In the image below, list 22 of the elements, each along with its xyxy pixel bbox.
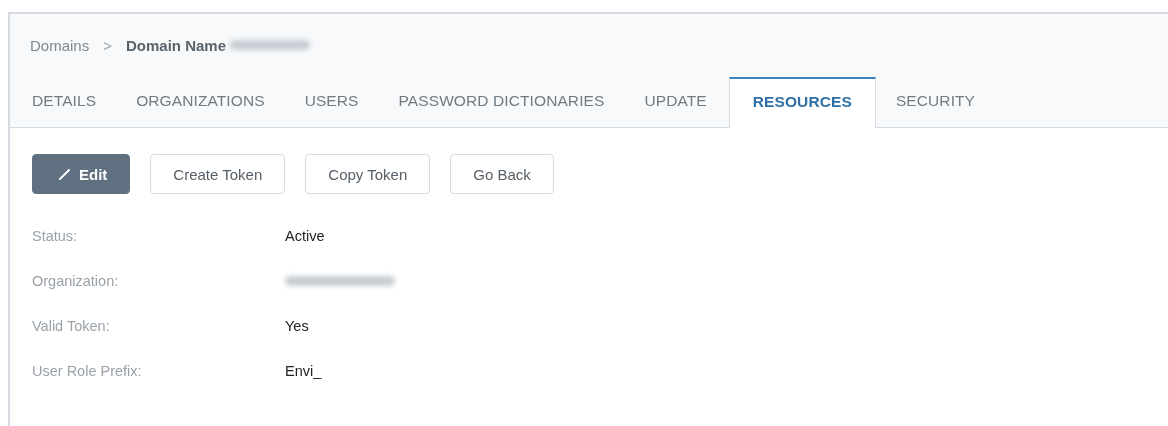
breadcrumb-link[interactable]: Domains [30,36,90,54]
action-button[interactable]: Create Token [150,154,286,194]
field-label: Organization: [32,273,120,289]
field-label: User Role Prefix: [32,363,143,379]
tab[interactable]: RESOURCES [728,77,876,128]
tab[interactable]: ORGANIZATIONS [136,77,265,127]
field-value: Active [285,228,326,244]
action-button[interactable]: Go Back [450,154,554,194]
edit-button[interactable]: Edit [32,154,131,194]
pencil-icon [59,168,71,180]
tab[interactable]: PASSWORD DICTIONARIES [398,77,605,127]
field-label: Status: [32,228,79,244]
breadcrumb-current: Domain Name [125,36,226,54]
tab[interactable]: USERS [304,77,359,127]
tab[interactable]: SECURITY [895,77,976,127]
tab[interactable]: DETAILS [32,77,97,127]
field-label: Valid Token: [32,318,111,334]
tab[interactable]: UPDATE [644,77,707,127]
field-value: Envi_ [285,363,323,379]
action-button[interactable]: Copy Token [305,154,431,194]
breadcrumb-separator: > [102,36,113,54]
field-value: Yes [285,318,310,334]
